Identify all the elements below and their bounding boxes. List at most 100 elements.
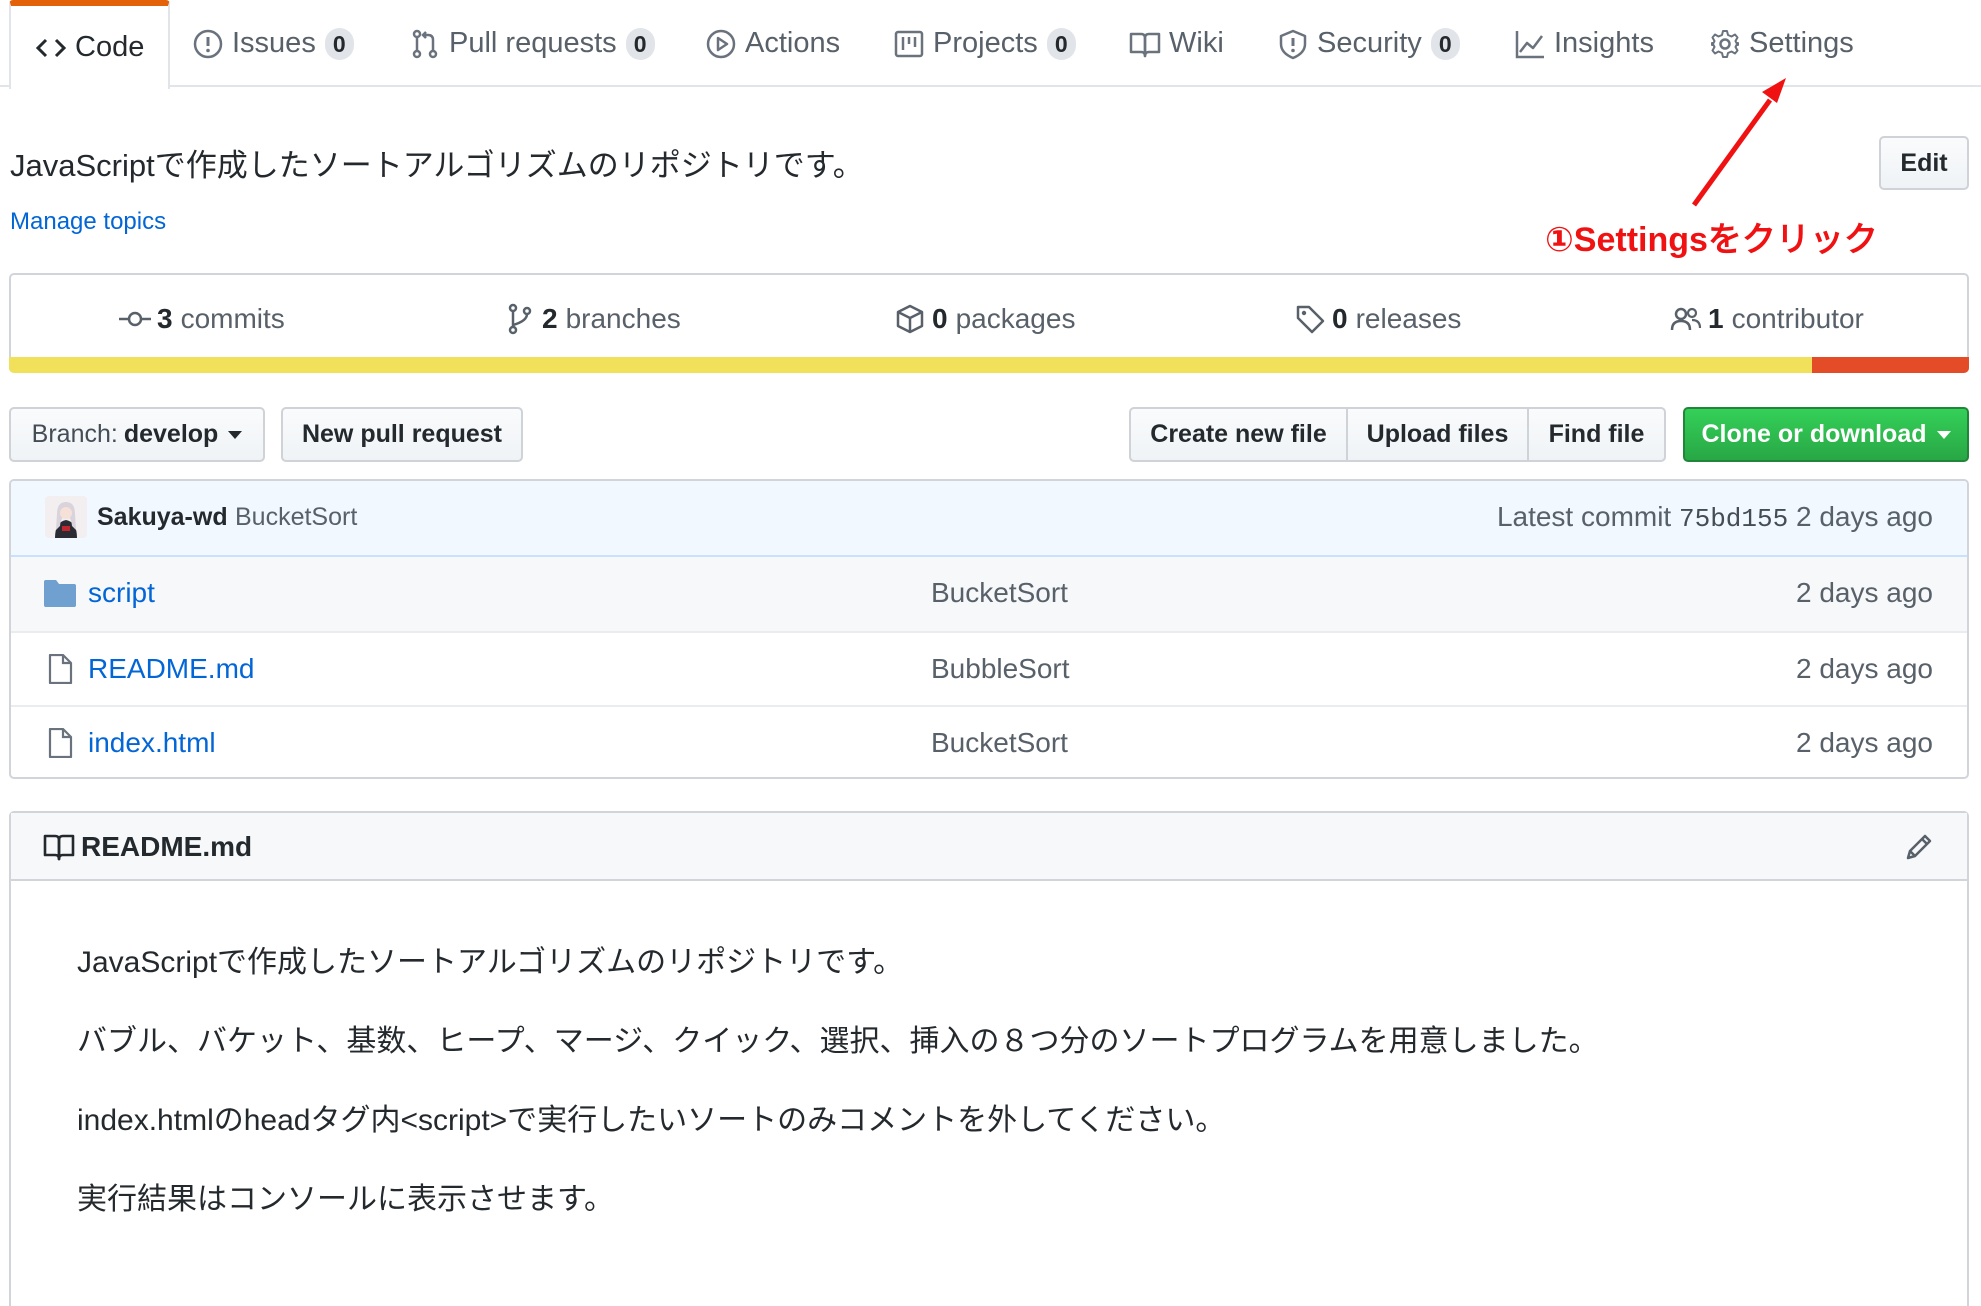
avatar[interactable] xyxy=(45,496,87,538)
file-name-link[interactable]: script xyxy=(88,577,155,609)
folder-icon xyxy=(44,580,76,607)
latest-commit-bar: Sakuya-wd BucketSort Latest commit 75bd1… xyxy=(11,481,1967,557)
file-actions-group: Create new file Upload files Find file xyxy=(1129,407,1666,462)
create-new-file-button[interactable]: Create new file xyxy=(1129,407,1348,462)
branch-prefix: Branch: xyxy=(31,420,118,448)
latest-commit-label: Latest commit xyxy=(1496,501,1672,532)
file-age: 2 days ago xyxy=(1796,727,1933,758)
pull-requests-count: 0 xyxy=(625,27,655,60)
upload-files-button[interactable]: Upload files xyxy=(1346,407,1529,462)
play-icon xyxy=(706,29,736,58)
tab-insights-label: Insights xyxy=(1554,27,1654,59)
packages-count: 0 xyxy=(932,303,948,334)
readme-title: README.md xyxy=(43,831,252,863)
readme-paragraph: 実行結果はコンソールに表示させます。 xyxy=(77,1183,614,1216)
file-commit-message[interactable]: BucketSort xyxy=(931,577,1068,609)
readme-paragraph: index.htmlのheadタグ内<script>で実行したいソートのみコメン… xyxy=(77,1104,1226,1137)
file-commit-message[interactable]: BucketSort xyxy=(931,727,1068,759)
tab-actions[interactable]: Actions xyxy=(705,0,840,87)
file-navigation-table: Sakuya-wd BucketSort Latest commit 75bd1… xyxy=(9,479,1969,779)
tab-actions-label: Actions xyxy=(745,27,841,59)
latest-commit-info: Latest commit 75bd155 2 days ago xyxy=(1497,501,1933,534)
readme-content: JavaScriptで作成したソートアルゴリズムのリポジトリです。 バブル、バケ… xyxy=(77,943,1599,1259)
clone-or-download-label: Clone or download xyxy=(1701,420,1927,448)
tab-wiki-label: Wiki xyxy=(1169,27,1224,59)
tab-settings[interactable]: Settings xyxy=(1709,0,1854,87)
readme-panel: README.md JavaScriptで作成したソートアルゴリズムのリポジトリ… xyxy=(9,811,1969,1306)
commit-age: 2 days ago xyxy=(1796,501,1933,532)
find-file-button[interactable]: Find file xyxy=(1527,407,1666,462)
branches-count: 2 xyxy=(542,303,558,334)
readme-paragraph: JavaScriptで作成したソートアルゴリズムのリポジトリです。 xyxy=(77,946,904,979)
file-icon xyxy=(48,728,73,758)
branches-label: branches xyxy=(565,303,681,334)
edit-description-button[interactable]: Edit xyxy=(1879,136,1969,190)
chevron-down-icon xyxy=(1936,430,1951,439)
tab-code[interactable]: Code xyxy=(9,0,171,89)
language-bar[interactable] xyxy=(9,357,1969,373)
file-commit-message[interactable]: BubbleSort xyxy=(931,653,1070,685)
branches-stat[interactable]: 2 branches xyxy=(504,275,681,363)
security-count: 0 xyxy=(1430,27,1460,60)
contributors-stat[interactable]: 1 contributor xyxy=(1670,275,1864,363)
packages-stat[interactable]: 0 packages xyxy=(894,275,1075,363)
table-row: script BucketSort 2 days ago xyxy=(11,557,1967,631)
gear-icon xyxy=(1711,29,1739,58)
tag-icon xyxy=(1296,305,1325,334)
commits-stat[interactable]: 3 commits xyxy=(119,275,285,363)
avatar-image xyxy=(45,496,87,538)
tab-issues-label: Issues xyxy=(232,27,316,59)
file-age: 2 days ago xyxy=(1796,653,1933,684)
people-icon xyxy=(1670,307,1702,331)
commit-message[interactable]: BucketSort xyxy=(235,503,357,532)
commit-icon xyxy=(119,311,151,327)
commit-author[interactable]: Sakuya-wd xyxy=(97,503,228,532)
language-segment-javascript xyxy=(9,357,1813,373)
code-icon xyxy=(35,38,67,57)
manage-topics-link[interactable]: Manage topics xyxy=(10,208,166,236)
pencil-icon[interactable] xyxy=(1903,831,1935,863)
book-icon xyxy=(43,834,75,861)
clone-or-download-button[interactable]: Clone or download xyxy=(1683,407,1969,462)
commit-sha[interactable]: 75bd155 xyxy=(1679,504,1788,534)
tab-issues[interactable]: Issues 0 xyxy=(192,0,354,87)
project-icon xyxy=(894,30,924,57)
file-icon xyxy=(48,654,73,684)
packages-label: packages xyxy=(955,303,1076,334)
branch-icon xyxy=(508,303,532,335)
repo-nav-tabs: Code Issues 0 Pull requests 0 Actions Pr… xyxy=(0,0,1981,89)
tab-security-label: Security xyxy=(1317,27,1422,59)
tab-insights[interactable]: Insights xyxy=(1514,0,1654,87)
projects-count: 0 xyxy=(1046,27,1076,60)
tab-pull-requests[interactable]: Pull requests 0 xyxy=(409,0,655,87)
graph-icon xyxy=(1515,30,1544,58)
branch-select-button[interactable]: Branch: develop xyxy=(9,407,265,462)
package-icon xyxy=(896,304,924,334)
tab-wiki[interactable]: Wiki xyxy=(1129,0,1224,87)
releases-stat[interactable]: 0 releases xyxy=(1294,275,1461,363)
table-row: index.html BucketSort 2 days ago xyxy=(11,705,1967,777)
file-age: 2 days ago xyxy=(1796,577,1933,608)
file-name-link[interactable]: README.md xyxy=(88,653,254,685)
table-row: README.md BubbleSort 2 days ago xyxy=(11,631,1967,705)
tab-code-label: Code xyxy=(75,31,145,63)
shield-icon xyxy=(1279,29,1307,59)
new-pull-request-button[interactable]: New pull request xyxy=(281,407,523,462)
issue-icon xyxy=(193,29,223,58)
readme-title-label: README.md xyxy=(81,831,253,862)
contributors-label: contributor xyxy=(1731,303,1864,334)
chevron-down-icon xyxy=(228,430,243,439)
commits-count: 3 xyxy=(157,303,173,334)
file-name-link[interactable]: index.html xyxy=(88,727,216,759)
tab-security[interactable]: Security 0 xyxy=(1277,0,1460,87)
commits-label: commits xyxy=(180,303,285,334)
tab-projects-label: Projects xyxy=(933,27,1038,59)
tab-settings-label: Settings xyxy=(1749,27,1854,59)
tab-projects[interactable]: Projects 0 xyxy=(893,0,1076,87)
issues-count: 0 xyxy=(324,27,354,60)
tab-pull-requests-label: Pull requests xyxy=(449,27,617,59)
pull-request-icon xyxy=(412,29,438,58)
readme-paragraph: バブル、バケット、基数、ヒープ、マージ、クイック、選択、挿入の８つ分のソートプロ… xyxy=(77,1025,1599,1058)
language-segment-html xyxy=(1812,357,1969,373)
releases-count: 0 xyxy=(1332,303,1348,334)
